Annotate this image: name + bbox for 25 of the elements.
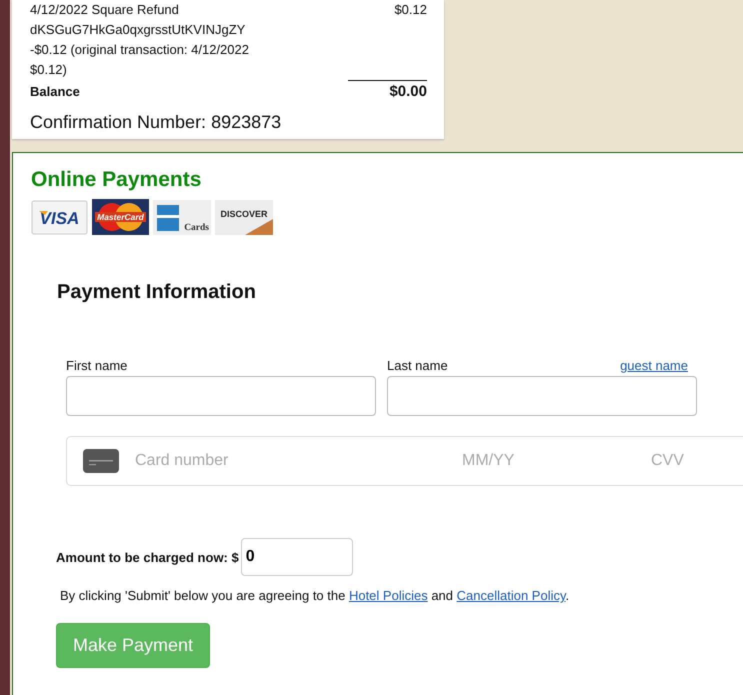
cancellation-policy-link[interactable]: Cancellation Policy: [456, 588, 566, 603]
field-label: First name: [66, 358, 128, 375]
discover-logo: DISCOVER: [215, 199, 273, 235]
confirmation-number: Confirmation Number: 8923873: [30, 111, 282, 133]
balance-value: $0.00: [348, 80, 427, 103]
amex-logo: Cards: [153, 199, 211, 235]
transaction-description: 4/12/2022 Square Refund dKSGuG7HkGa0qxgrsstUtKVINJgZY -$0.12 (original transaction: 4/12/2022 $0.12): [30, 1, 250, 79]
cvv-placeholder: CVV: [651, 452, 684, 470]
amount-label: Amount to be charged now: $: [56, 550, 239, 564]
expiry-placeholder: MM/YY: [462, 452, 516, 470]
mastercard-logo: MasterCard: [92, 199, 149, 235]
form-heading: Payment Information: [57, 280, 256, 305]
hotel-policies-link[interactable]: Hotel Policies: [348, 588, 428, 603]
transaction-amount: $0.12: [394, 1, 427, 19]
balance-label: Balance: [30, 83, 80, 101]
last-name-field[interactable]: [387, 376, 697, 416]
agreement-text: By clicking 'Submit' below you are agreeing to the Hotel Policies and Cancellation Policy.: [60, 588, 570, 604]
section-title: Online Payments: [31, 167, 202, 193]
visa-logo: VISA: [31, 199, 88, 235]
first-name-field[interactable]: [66, 376, 376, 416]
credit-card-icon: [83, 449, 119, 473]
guest-name-link[interactable]: guest name: [620, 358, 688, 376]
card-number-placeholder: Card number: [135, 452, 230, 470]
amount-field[interactable]: 0: [240, 538, 353, 576]
field-label: Last name: [387, 358, 448, 375]
